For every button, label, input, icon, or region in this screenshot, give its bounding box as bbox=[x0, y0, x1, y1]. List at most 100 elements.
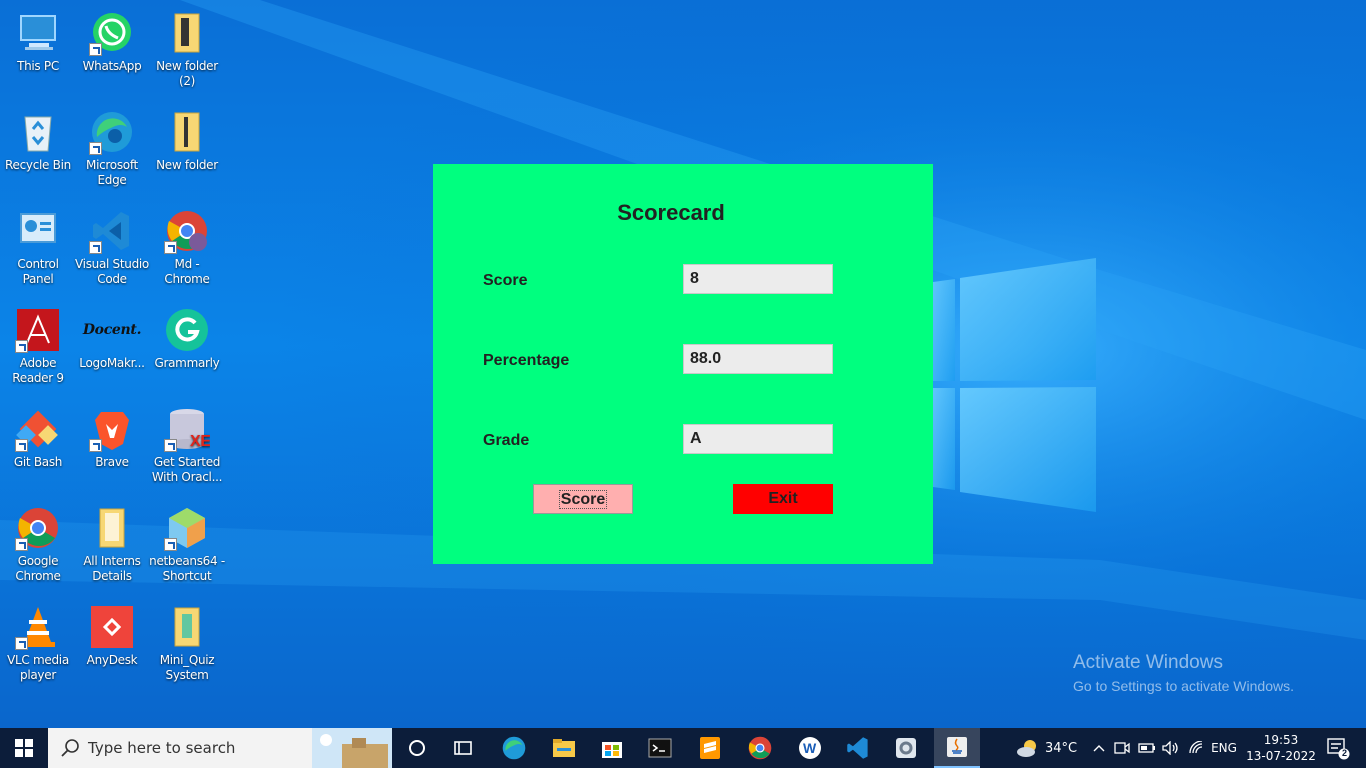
search-placeholder: Type here to search bbox=[88, 739, 236, 757]
desktop-icon-adobe-reader[interactable]: Adobe Reader 9 bbox=[0, 307, 76, 386]
svg-text:XE: XE bbox=[190, 433, 210, 450]
desktop-icon-label: Visual Studio Code bbox=[75, 257, 149, 286]
scorecard-window: Scorecard Score 8 Percentage 88.0 Grade … bbox=[433, 164, 933, 564]
search-highlight-icon bbox=[312, 728, 392, 768]
desktop-icon-control-panel[interactable]: Control Panel bbox=[0, 208, 76, 287]
desktop-icon-oracle[interactable]: XE Get Started With Oracl... bbox=[149, 406, 225, 485]
desktop-icon-anydesk[interactable]: AnyDesk bbox=[74, 604, 150, 668]
desktop-icon-label: New folder bbox=[156, 158, 218, 172]
activate-windows-watermark: Activate Windows Go to Settings to activ… bbox=[1073, 652, 1294, 694]
meet-now-icon bbox=[1114, 742, 1130, 754]
weather-temperature[interactable]: 34°C bbox=[1044, 728, 1078, 768]
taskbar-vscode[interactable] bbox=[838, 728, 878, 768]
desktop-icon-vlc[interactable]: VLC media player bbox=[0, 604, 76, 683]
desktop-icon-logomakr[interactable]: Docent. LogoMakr... bbox=[74, 307, 150, 371]
weather-widget[interactable] bbox=[1012, 728, 1044, 768]
taskbar-cortana[interactable] bbox=[398, 728, 436, 768]
action-center-button[interactable]: 2 bbox=[1318, 728, 1358, 768]
battery-icon bbox=[1138, 743, 1155, 753]
desktop-icon-label: New folder (2) bbox=[156, 59, 218, 88]
tray-network[interactable] bbox=[1186, 728, 1208, 768]
grade-field[interactable]: A bbox=[683, 424, 833, 454]
desktop-icon-label: Grammarly bbox=[154, 356, 220, 370]
desktop-icon-label: LogoMakr... bbox=[79, 356, 145, 370]
tray-battery[interactable] bbox=[1136, 728, 1158, 768]
desktop-icon-label: All Interns Details bbox=[83, 554, 141, 583]
desktop-icon-label: Mini_Quiz System bbox=[159, 653, 215, 682]
grade-label: Grade bbox=[483, 432, 530, 449]
score-label: Score bbox=[483, 272, 528, 289]
score-button-label: Score bbox=[558, 489, 608, 509]
taskbar-terminal[interactable] bbox=[640, 728, 680, 768]
recycle-bin-icon bbox=[24, 116, 52, 152]
desktop-icon-netbeans[interactable]: netbeans64 - Shortcut bbox=[149, 505, 225, 584]
desktop-icon-label: Adobe Reader 9 bbox=[12, 356, 64, 385]
taskbar-settings-app[interactable] bbox=[886, 728, 926, 768]
desktop-icon-label: Microsoft Edge bbox=[86, 158, 138, 187]
grammarly-icon bbox=[166, 309, 208, 351]
desktop-icon-recycle-bin[interactable]: Recycle Bin bbox=[0, 109, 76, 173]
exit-button[interactable]: Exit bbox=[733, 484, 833, 514]
taskbar-task-view[interactable] bbox=[444, 728, 482, 768]
desktop-icon-md-chrome[interactable]: Md - Chrome bbox=[149, 208, 225, 287]
desktop-icon-microsoft-edge[interactable]: Microsoft Edge bbox=[74, 109, 150, 188]
terminal-icon bbox=[648, 738, 672, 758]
desktop-icon-label: Recycle Bin bbox=[5, 158, 71, 172]
taskbar-file-explorer[interactable] bbox=[544, 728, 584, 768]
desktop-icon-label: AnyDesk bbox=[86, 653, 138, 667]
start-button[interactable] bbox=[0, 728, 48, 768]
anydesk-icon bbox=[91, 606, 133, 648]
java-icon bbox=[947, 737, 967, 757]
chrome-icon bbox=[748, 736, 772, 760]
activate-windows-title: Activate Windows bbox=[1073, 652, 1223, 673]
desktop-icon-all-interns-details[interactable]: All Interns Details bbox=[74, 505, 150, 584]
desktop-icon-grammarly[interactable]: Grammarly bbox=[149, 307, 225, 371]
taskbar-sublime-text[interactable] bbox=[690, 728, 730, 768]
desktop-icon-whatsapp[interactable]: WhatsApp bbox=[74, 10, 150, 74]
taskbar-search-box[interactable]: Type here to search bbox=[48, 728, 392, 768]
desktop-icon-this-pc[interactable]: This PC bbox=[0, 10, 76, 74]
scorecard-title: Scorecard bbox=[617, 200, 725, 225]
settings-app-icon bbox=[896, 738, 916, 758]
percentage-label: Percentage bbox=[483, 352, 570, 369]
word-icon: W bbox=[799, 737, 821, 759]
control-panel-icon bbox=[20, 213, 56, 243]
taskbar-edge[interactable] bbox=[494, 728, 534, 768]
desktop-icon-new-folder-2[interactable]: New folder (2) bbox=[149, 10, 225, 89]
desktop-icon-brave[interactable]: Brave bbox=[74, 406, 150, 470]
sublime-text-icon bbox=[700, 737, 720, 759]
taskbar-java-app[interactable] bbox=[934, 728, 980, 768]
search-icon bbox=[61, 739, 79, 757]
taskbar-microsoft-store[interactable] bbox=[592, 728, 632, 768]
folder-icon bbox=[174, 112, 200, 152]
tray-meet-now[interactable] bbox=[1112, 728, 1132, 768]
score-field[interactable]: 8 bbox=[683, 264, 833, 294]
show-hidden-icons[interactable] bbox=[1090, 728, 1108, 768]
taskbar-chrome[interactable] bbox=[740, 728, 780, 768]
tray-clock[interactable]: 19:53 13-07-2022 bbox=[1246, 728, 1316, 768]
desktop-icon-label: Git Bash bbox=[13, 455, 63, 469]
percentage-field[interactable]: 88.0 bbox=[683, 344, 833, 374]
score-button[interactable]: Score bbox=[533, 484, 633, 514]
clock-time: 19:53 bbox=[1263, 733, 1299, 747]
vscode-icon bbox=[847, 737, 868, 759]
desktop-icon-new-folder[interactable]: New folder bbox=[149, 109, 225, 173]
folder-icon bbox=[99, 508, 125, 548]
speaker-icon bbox=[1162, 741, 1178, 755]
tray-volume[interactable] bbox=[1160, 728, 1182, 768]
desktop-icon-label: This PC bbox=[17, 59, 59, 73]
desktop-icon-label: VLC media player bbox=[7, 653, 69, 682]
taskbar: Type here to search W 34°C ENG 19:53 13-… bbox=[0, 728, 1366, 768]
windows-logo-icon bbox=[15, 739, 33, 757]
desktop-icon-google-chrome[interactable]: Google Chrome bbox=[0, 505, 76, 584]
taskbar-word[interactable]: W bbox=[790, 728, 830, 768]
file-explorer-icon bbox=[553, 739, 575, 757]
desktop-icon-label: netbeans64 - Shortcut bbox=[149, 554, 225, 583]
desktop-icon-mini-quiz-system[interactable]: Mini_Quiz System bbox=[149, 604, 225, 683]
desktop-icon-vscode[interactable]: Visual Studio Code bbox=[74, 208, 150, 287]
tray-language[interactable]: ENG bbox=[1210, 728, 1238, 768]
microsoft-store-icon bbox=[602, 742, 622, 758]
desktop-icon-git-bash[interactable]: Git Bash bbox=[0, 406, 76, 470]
desktop-icon-label: Brave bbox=[95, 455, 129, 469]
folder-icon bbox=[174, 13, 200, 53]
